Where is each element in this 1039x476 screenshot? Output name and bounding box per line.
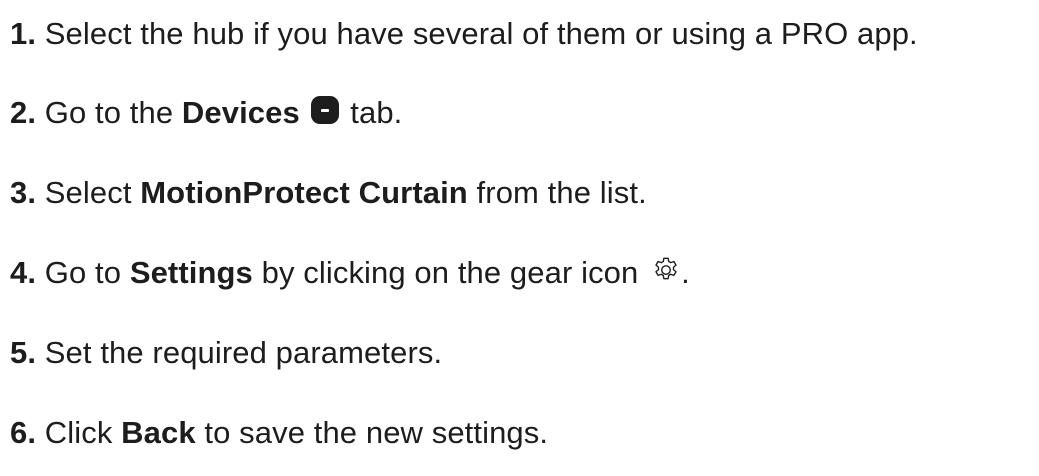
step-3: 3. Select MotionProtect Curtain from the… <box>10 173 647 213</box>
step-5: 5. Set the required parameters. <box>10 333 442 373</box>
step-2: 2. Go to the Devices tab. <box>10 93 402 133</box>
step-text: tab. <box>341 95 403 130</box>
gear-icon <box>655 257 677 280</box>
step-number: 3. <box>10 175 37 210</box>
device-name-label: MotionProtect Curtain <box>140 175 468 210</box>
step-number: 2. <box>10 95 37 130</box>
step-number: 5. <box>10 335 37 370</box>
settings-label: Settings <box>129 255 253 290</box>
step-text: from the list. <box>467 175 647 210</box>
instruction-steps: 1. Select the hub if you have several of… <box>0 0 1039 476</box>
step-number: 1. <box>10 16 37 51</box>
back-label: Back <box>121 415 196 450</box>
devices-tab-icon <box>310 96 339 124</box>
step-1: 1. Select the hub if you have several of… <box>10 14 918 54</box>
step-number: 6. <box>10 415 37 450</box>
step-text: Set the required parameters. <box>36 335 443 370</box>
step-text: to save the new settings. <box>195 415 549 450</box>
step-6: 6. Click Back to save the new settings. <box>10 413 548 453</box>
step-text: . <box>681 255 690 290</box>
step-text: Select <box>36 175 141 210</box>
step-number: 4. <box>10 255 37 290</box>
step-text: Select the hub if you have several of th… <box>36 16 918 51</box>
step-text: Go to the <box>36 95 182 130</box>
step-text: by clicking on the gear icon <box>252 255 648 290</box>
step-text: Click <box>36 415 122 450</box>
step-4: 4. Go to Settings by clicking on the gea… <box>10 253 690 293</box>
step-text: Go to <box>36 255 130 290</box>
devices-label: Devices <box>181 95 300 130</box>
